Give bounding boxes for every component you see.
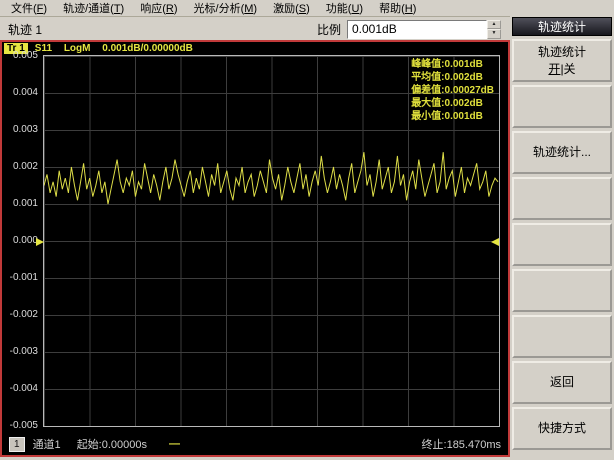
- menu-item-7[interactable]: 帮助(H): [371, 0, 424, 18]
- active-trace-label: 轨迹 1: [8, 21, 42, 38]
- stat-line: 偏差值:0.00027dB: [411, 84, 494, 97]
- trace-format: LogM: [64, 43, 91, 54]
- menu-item-3[interactable]: 响应(R): [132, 0, 185, 18]
- y-axis-label: -0.002: [10, 309, 38, 320]
- softkey-6: [512, 269, 612, 312]
- softkey-3[interactable]: 轨迹统计...: [512, 131, 612, 174]
- spinner-up-button[interactable]: ▲: [487, 20, 501, 30]
- y-axis-label: -0.004: [10, 383, 38, 394]
- measurement-area: Tr 1 S11 LogM 0.001dB/0.00000dB 0.0050.0…: [0, 40, 510, 457]
- menu-item-6[interactable]: 功能(U): [318, 0, 371, 18]
- scale-caption: 比例: [317, 21, 341, 38]
- y-axis-labels: 0.005 0.004 0.003 0.002 0.001 0.000 -0.001 -0.0…: [2, 42, 41, 455]
- stat-line: 峰峰值:0.001dB: [411, 58, 494, 71]
- y-axis-label: -0.005: [10, 420, 38, 431]
- trace-s11: [44, 152, 498, 204]
- trace-title: S11 LogM 0.001dB/0.00000dB: [35, 43, 202, 54]
- softkey-9[interactable]: 快捷方式: [512, 407, 612, 450]
- menu-item-4[interactable]: 光标/分析(M): [186, 0, 266, 18]
- status-bar: 1 通道1 起始:0.00000s — 终止:185.470ms: [2, 433, 508, 455]
- stat-line: 最小值:0.001dB: [411, 110, 494, 123]
- toolbar: 轨迹 1 比例 ▲ ▼: [0, 18, 510, 40]
- softkey-7: [512, 315, 612, 358]
- menu-item-2[interactable]: 轨迹/通道(T): [55, 0, 132, 18]
- channel-badge: 1: [9, 437, 25, 452]
- scale-group: 比例 ▲ ▼: [317, 20, 501, 39]
- y-axis-label: 0.001: [13, 198, 38, 209]
- stat-line: 最大值:0.002dB: [411, 97, 494, 110]
- softkey-8[interactable]: 返回: [512, 361, 612, 404]
- plot-area: 峰峰值:0.001dB平均值:0.002dB偏差值:0.00027dB最大值:0…: [43, 55, 500, 427]
- softkey-4: [512, 177, 612, 220]
- spinner-down-button[interactable]: ▼: [487, 29, 501, 39]
- y-axis-label: 0.000: [13, 235, 38, 246]
- reference-level-marker-left[interactable]: [36, 238, 44, 246]
- softkey-sidebar: 轨迹统计 轨迹统计开|关轨迹统计... 返回快捷方式: [510, 0, 614, 460]
- sweep-start: 起始:0.00000s: [77, 436, 147, 452]
- scale-input[interactable]: [347, 20, 487, 39]
- trace-scale-ref: 0.001dB/0.00000dB: [102, 43, 193, 54]
- reference-level-marker-right[interactable]: [491, 238, 499, 246]
- sweep-indicator: —: [169, 438, 180, 450]
- channel-name: 通道1: [33, 436, 61, 452]
- y-axis-label: 0.004: [13, 87, 38, 98]
- sweep-stop: 终止:185.470ms: [422, 436, 501, 452]
- scale-spinner: ▲ ▼: [487, 20, 501, 39]
- y-axis-label: 0.005: [13, 50, 38, 61]
- menu-item-5[interactable]: 激励(S): [265, 0, 318, 18]
- y-axis-label: 0.003: [13, 124, 38, 135]
- menu-item-1[interactable]: 文件(F): [3, 0, 55, 18]
- vna-app-window: 文件(F)轨迹/通道(T)响应(R)光标/分析(M)激励(S)功能(U)帮助(H…: [0, 0, 614, 460]
- stat-line: 平均值:0.002dB: [411, 71, 494, 84]
- softkey-menu-title: 轨迹统计: [512, 17, 612, 36]
- softkey-1[interactable]: 轨迹统计开|关: [512, 39, 612, 82]
- y-axis-label: -0.001: [10, 272, 38, 283]
- y-axis-label: -0.003: [10, 346, 38, 357]
- y-axis-label: 0.002: [13, 161, 38, 172]
- trace-statistics-readout: 峰峰值:0.001dB平均值:0.002dB偏差值:0.00027dB最大值:0…: [411, 58, 494, 123]
- softkey-2: [512, 85, 612, 128]
- softkey-5: [512, 223, 612, 266]
